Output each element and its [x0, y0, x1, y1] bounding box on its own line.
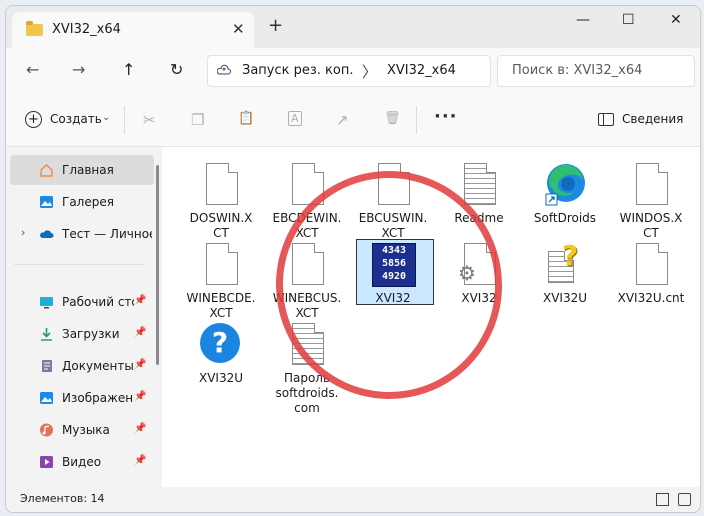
pin-icon[interactable]: 📌 [134, 423, 146, 434]
cut-icon[interactable]: ✂ [143, 111, 156, 129]
explorer-window: XVI32_x64 ✕ + — ☐ ✕ ← → ↑ ↻ Запуск рез. … [5, 5, 701, 513]
sidebar-item-label: Галерея [62, 195, 114, 209]
expand-chevron-icon[interactable]: › [21, 226, 25, 239]
sidebar-item-label: Тест — Личное [62, 227, 152, 241]
file-name: WINDOS.X CT [619, 211, 683, 240]
details-label: Сведения [622, 112, 684, 126]
create-label: Создать [50, 112, 102, 126]
file-name: XVI32U.cnt [617, 291, 685, 305]
paste-icon[interactable]: 📋 [238, 111, 254, 126]
search-placeholder: Поиск в: XVI32_x64 [512, 63, 643, 78]
help-icon: ? [200, 321, 242, 369]
sidebar-item-music[interactable]: Музыка 📌 [10, 415, 154, 445]
desktop-icon [40, 297, 53, 309]
sidebar-scrollbar[interactable] [156, 165, 159, 365]
file-name: XVI32U [198, 371, 244, 385]
document-icon [200, 241, 242, 289]
details-pane-icon [598, 113, 614, 126]
command-bar: + Создать ⌄ ✂ ❐ 📋 A ↗ 🗑 ··· Сведения [6, 92, 700, 147]
address-bar[interactable]: Запуск рез. коп. 〉 XVI32_x64 [207, 55, 491, 87]
document-icon [200, 161, 242, 209]
toolbar-divider [416, 106, 417, 134]
delete-icon[interactable]: 🗑 [384, 111, 401, 126]
items-count: Элементов: 14 [20, 492, 105, 505]
sidebar-item-label: Загрузки [62, 327, 120, 341]
file-name: XVI32U [542, 291, 588, 305]
chevron-right-icon[interactable]: 〉 [362, 61, 377, 82]
backup-icon [217, 64, 231, 75]
sidebar-item-documents[interactable]: Документы 📌 [10, 351, 154, 381]
pin-icon[interactable]: 📌 [134, 391, 146, 402]
tiles-view-icon[interactable] [678, 493, 691, 506]
sidebar-item-gallery[interactable]: Галерея [10, 187, 154, 217]
sidebar-item-label: Изображения [62, 391, 134, 405]
up-button[interactable]: ↑ [122, 60, 135, 79]
cloud-icon [40, 230, 54, 238]
sidebar-item-label: Главная [62, 163, 114, 177]
toolbar-divider [124, 106, 125, 134]
tab-xvi32[interactable]: XVI32_x64 ✕ [12, 12, 254, 48]
refresh-button[interactable]: ↻ [170, 60, 183, 79]
download-icon [41, 328, 52, 341]
navigation-pane: Главная Галерея › Тест — Личное Рабочий … [6, 147, 162, 497]
document-icon [630, 161, 672, 209]
rename-icon[interactable]: A [288, 111, 302, 126]
sidebar-item-label: Документы [62, 359, 134, 373]
close-button[interactable]: ✕ [670, 12, 682, 28]
sidebar-divider [14, 264, 144, 265]
copy-icon[interactable]: ❐ [191, 111, 204, 129]
folder-icon [26, 21, 43, 36]
navigation-bar: ← → ↑ ↻ Запуск рез. коп. 〉 XVI32_x64 Пои… [6, 48, 700, 92]
edge-shortcut-icon [545, 164, 585, 206]
file-name: DOSWIN.X CT [189, 211, 253, 240]
sidebar-item-label: Рабочий стол [62, 295, 134, 309]
sidebar-item-desktop[interactable]: Рабочий стол 📌 [10, 287, 154, 317]
sidebar-item-label: Видео [62, 455, 102, 469]
music-icon [40, 423, 53, 437]
sidebar-item-downloads[interactable]: Загрузки 📌 [10, 319, 154, 349]
tab-title: XVI32_x64 [52, 22, 121, 37]
video-icon [40, 456, 53, 468]
document-icon [630, 241, 672, 289]
forward-button[interactable]: → [72, 60, 85, 79]
sidebar-item-home[interactable]: Главная [10, 155, 154, 185]
details-view-icon[interactable] [656, 493, 669, 506]
breadcrumb-backup[interactable]: Запуск рез. коп. [242, 63, 354, 78]
sidebar-item-onedrive[interactable]: › Тест — Личное [10, 219, 154, 249]
sidebar-item-video[interactable]: Видео 📌 [10, 447, 154, 477]
pin-icon[interactable]: 📌 [134, 327, 146, 338]
file-name: SoftDroids [533, 211, 597, 225]
minimize-button[interactable]: — [576, 12, 590, 28]
file-name: WINEBCDE. XCT [186, 291, 256, 320]
status-bar: Элементов: 14 [6, 487, 700, 512]
home-icon [40, 164, 53, 177]
pictures-icon [40, 392, 53, 404]
pin-icon[interactable]: 📌 [134, 295, 146, 306]
documents-icon [42, 360, 52, 372]
new-tab-button[interactable]: + [268, 17, 283, 35]
chevron-down-icon: ⌄ [102, 112, 111, 123]
more-options-button[interactable]: ··· [434, 106, 458, 127]
pin-icon[interactable]: 📌 [134, 455, 146, 466]
sidebar-item-label: Музыка [62, 423, 110, 437]
sidebar-item-pictures[interactable]: Изображения 📌 [10, 383, 154, 413]
maximize-button[interactable]: ☐ [622, 12, 635, 28]
share-icon[interactable]: ↗ [336, 111, 349, 129]
back-button[interactable]: ← [26, 60, 39, 79]
gallery-icon [40, 196, 53, 208]
plus-icon: + [25, 111, 42, 128]
breadcrumb-current[interactable]: XVI32_x64 [387, 63, 456, 78]
pin-icon[interactable]: 📌 [134, 359, 146, 370]
search-input[interactable]: Поиск в: XVI32_x64 [497, 55, 695, 87]
tab-close-button[interactable]: ✕ [232, 20, 245, 38]
title-bar: XVI32_x64 ✕ + — ☐ ✕ [6, 6, 700, 48]
help-file-icon: ? [544, 239, 586, 289]
